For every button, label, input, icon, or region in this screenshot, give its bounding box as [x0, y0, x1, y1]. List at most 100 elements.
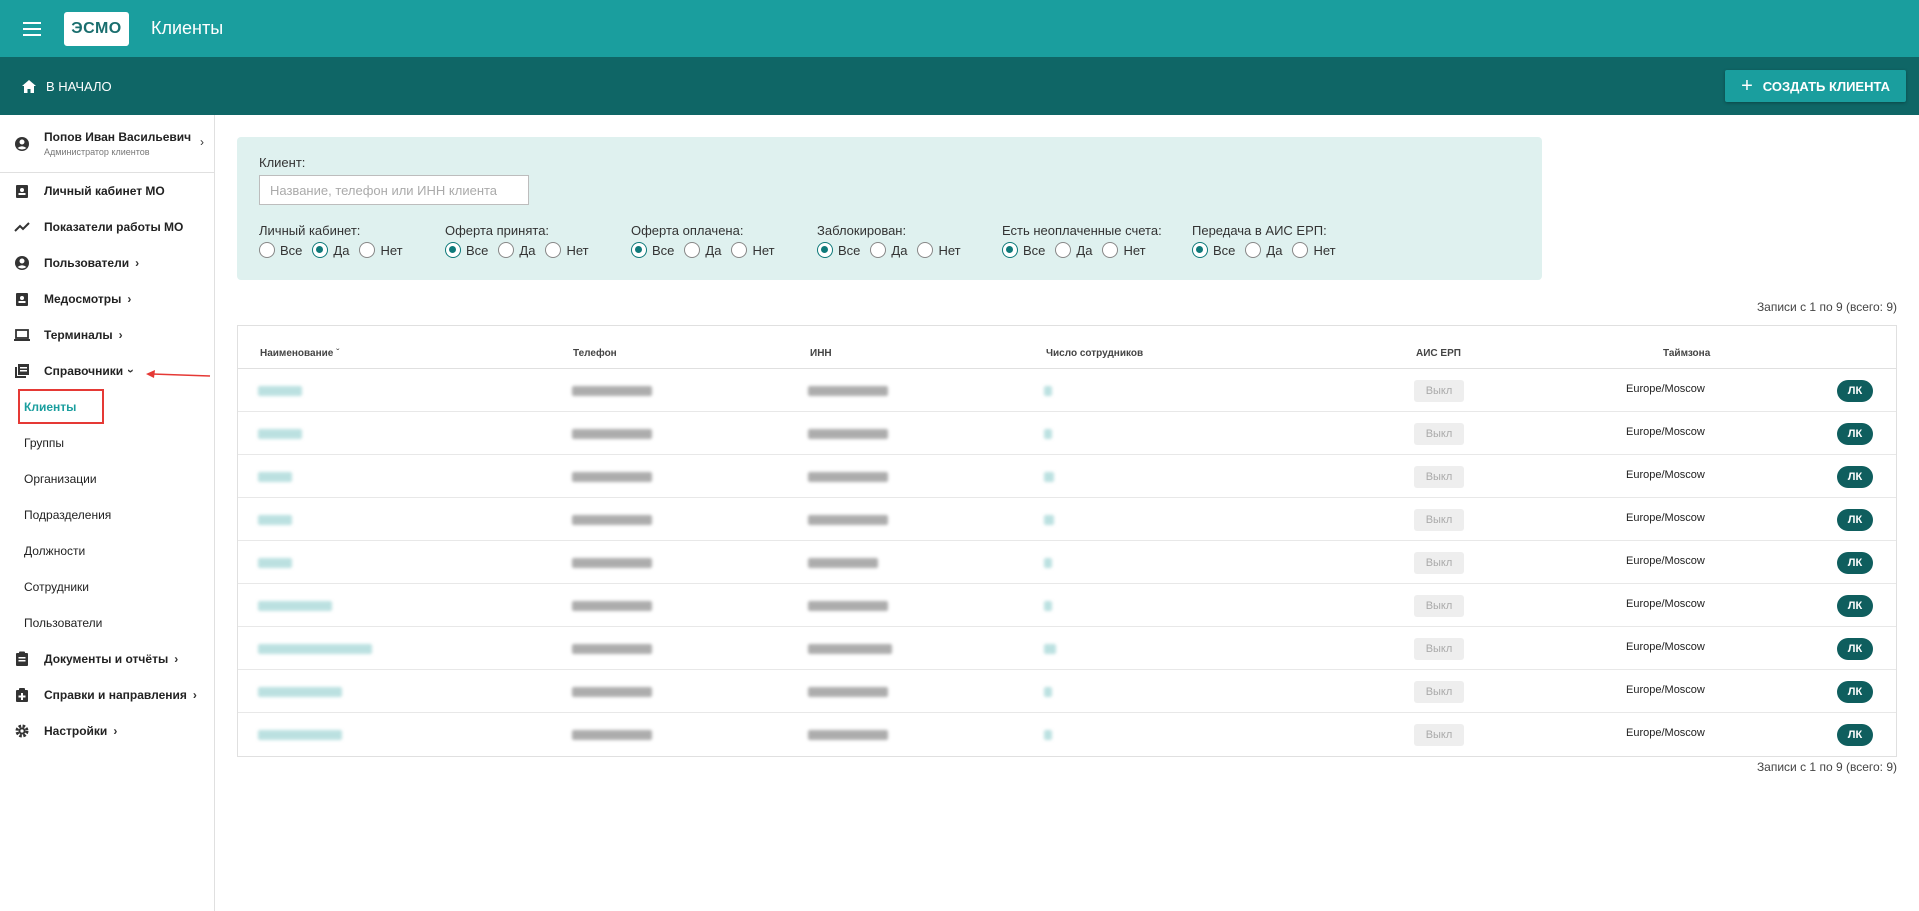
col-phone-header: Телефон: [573, 348, 617, 359]
home-link[interactable]: В НАЧАЛО: [22, 79, 112, 94]
radio-label: Да: [891, 242, 908, 258]
sidebar-subitem-users[interactable]: Пользователи: [0, 605, 214, 641]
radio-no[interactable]: Нет: [1292, 242, 1336, 258]
records-count-bottom: Записи с 1 по 9 (всего: 9): [1756, 760, 1897, 774]
lk-button[interactable]: ЛК: [1837, 552, 1873, 574]
radio-yes[interactable]: Да: [870, 242, 907, 258]
home-icon: [22, 79, 36, 93]
sidebar-item-label: Документы и отчёты: [44, 652, 169, 666]
home-label: В НАЧАЛО: [46, 78, 112, 94]
account-circle-icon: [15, 256, 29, 270]
radio-all[interactable]: Все: [1002, 242, 1045, 258]
radio-yes[interactable]: Да: [312, 242, 349, 258]
ais-status-badge[interactable]: Выкл: [1414, 423, 1464, 445]
radio-no[interactable]: Нет: [359, 242, 403, 258]
sidebar-subitem-groups[interactable]: Группы: [0, 425, 214, 461]
lk-button[interactable]: ЛК: [1837, 509, 1873, 531]
sidebar-subitem-divisions[interactable]: Подразделения: [0, 497, 214, 533]
radio-label: Нет: [380, 242, 403, 258]
table-row[interactable]: Выкл Europe/Moscow ЛК: [238, 584, 1896, 627]
table-row[interactable]: Выкл Europe/Moscow ЛК: [238, 627, 1896, 670]
account-circle-icon: [15, 136, 29, 151]
radio-all[interactable]: Все: [259, 242, 302, 258]
ais-status-badge[interactable]: Выкл: [1414, 595, 1464, 617]
radio-yes[interactable]: Да: [1055, 242, 1092, 258]
ais-status-badge[interactable]: Выкл: [1414, 638, 1464, 660]
radio-no[interactable]: Нет: [917, 242, 961, 258]
employees-redacted: [1044, 472, 1054, 482]
table-row[interactable]: Выкл Europe/Moscow ЛК: [238, 412, 1896, 455]
table-row[interactable]: Выкл Europe/Moscow ЛК: [238, 713, 1896, 756]
radio-all[interactable]: Все: [1192, 242, 1235, 258]
inn-redacted: [808, 644, 892, 654]
sidebar-subitem-organizations[interactable]: Организации: [0, 461, 214, 497]
inn-redacted: [808, 429, 888, 439]
employees-redacted: [1044, 386, 1052, 396]
radio-no[interactable]: Нет: [731, 242, 775, 258]
sidebar-subitem-positions[interactable]: Должности: [0, 533, 214, 569]
timezone-cell: Europe/Moscow: [1626, 383, 1705, 395]
client-name-redacted: [258, 601, 332, 611]
radio-all[interactable]: Все: [817, 242, 860, 258]
sidebar-item-documents[interactable]: Документы и отчёты ›: [0, 641, 214, 677]
radio-all[interactable]: Все: [631, 242, 674, 258]
client-search-input[interactable]: [259, 175, 529, 205]
sidebar-item-label: Справки и направления: [44, 688, 187, 702]
trending-icon: [14, 222, 30, 232]
radio-no[interactable]: Нет: [1102, 242, 1146, 258]
chevron-right-icon: ›: [200, 135, 204, 149]
sidebar-item-users[interactable]: Пользователи ›: [0, 245, 214, 281]
col-name-header[interactable]: Наименование ˇ: [260, 348, 340, 359]
radio-label: Все: [1213, 242, 1236, 258]
lk-button[interactable]: ЛК: [1837, 595, 1873, 617]
table-row[interactable]: Выкл Europe/Moscow ЛК: [238, 541, 1896, 584]
lk-button[interactable]: ЛК: [1837, 466, 1873, 488]
table-row[interactable]: Выкл Europe/Moscow ЛК: [238, 498, 1896, 541]
radio-yes[interactable]: Да: [1245, 242, 1282, 258]
sidebar-item-settings[interactable]: Настройки ›: [0, 713, 214, 749]
client-name-redacted: [258, 730, 342, 740]
ais-status-badge[interactable]: Выкл: [1414, 724, 1464, 746]
user-profile[interactable]: Попов Иван Васильевич Администратор клие…: [0, 115, 214, 173]
sidebar-subitem-employees[interactable]: Сотрудники: [0, 569, 214, 605]
ais-status-badge[interactable]: Выкл: [1414, 380, 1464, 402]
radio-yes[interactable]: Да: [498, 242, 535, 258]
lk-button[interactable]: ЛК: [1837, 638, 1873, 660]
annotation-arrow-icon: [146, 370, 211, 378]
create-client-button[interactable]: + СОЗДАТЬ КЛИЕНТА: [1725, 70, 1906, 102]
ais-status-badge[interactable]: Выкл: [1414, 681, 1464, 703]
ais-status-badge[interactable]: Выкл: [1414, 552, 1464, 574]
phone-redacted: [572, 644, 652, 654]
table-row[interactable]: Выкл Europe/Moscow ЛК: [238, 455, 1896, 498]
library-icon: [15, 364, 29, 378]
sidebar-item-certificates[interactable]: Справки и направления ›: [0, 677, 214, 713]
lk-button[interactable]: ЛК: [1837, 423, 1873, 445]
sidebar-item-lk-mo[interactable]: Личный кабинет МО: [0, 173, 214, 209]
phone-redacted: [572, 429, 652, 439]
lk-button[interactable]: ЛК: [1837, 724, 1873, 746]
employees-redacted: [1044, 601, 1052, 611]
timezone-cell: Europe/Moscow: [1626, 469, 1705, 481]
radio-no[interactable]: Нет: [545, 242, 589, 258]
ais-status-badge[interactable]: Выкл: [1414, 509, 1464, 531]
sidebar-item-stats[interactable]: Показатели работы МО: [0, 209, 214, 245]
radio-all[interactable]: Все: [445, 242, 488, 258]
radio-label: Да: [1076, 242, 1093, 258]
table-row[interactable]: Выкл Europe/Moscow ЛК: [238, 369, 1896, 412]
highlight-box: [18, 389, 104, 424]
lk-button[interactable]: ЛК: [1837, 681, 1873, 703]
sidebar-subitem-clients[interactable]: Клиенты: [0, 389, 214, 425]
lk-button[interactable]: ЛК: [1837, 380, 1873, 402]
user-role: Администратор клиентов: [44, 147, 150, 157]
menu-icon[interactable]: [18, 15, 46, 43]
ais-status-badge[interactable]: Выкл: [1414, 466, 1464, 488]
app-logo[interactable]: ЭСМО: [64, 11, 129, 46]
table-row[interactable]: Выкл Europe/Moscow ЛК: [238, 670, 1896, 713]
sidebar-item-terminals[interactable]: Терминалы ›: [0, 317, 214, 353]
radio-label: Все: [652, 242, 675, 258]
radio-yes[interactable]: Да: [684, 242, 721, 258]
plus-icon: +: [1741, 75, 1753, 97]
inn-redacted: [808, 601, 888, 611]
sidebar-item-medosmotry[interactable]: Медосмотры ›: [0, 281, 214, 317]
client-name-redacted: [258, 429, 302, 439]
